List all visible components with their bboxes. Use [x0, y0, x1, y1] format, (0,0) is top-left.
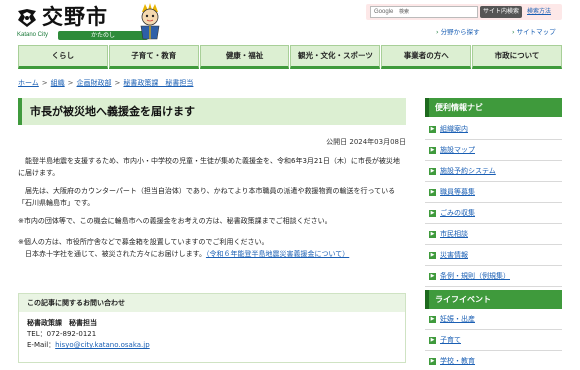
arrow-right-icon: ▶: [429, 315, 436, 323]
contact-email-label: E-Mail：: [27, 341, 56, 349]
contact-heading: この記事に関するお問い合わせ: [19, 294, 405, 312]
breadcrumb-home[interactable]: ホーム: [18, 79, 39, 87]
city-name-kana: かたのし: [58, 31, 148, 40]
gnav-childcare-education[interactable]: 子育て・教育: [108, 45, 199, 69]
gnav-city-government[interactable]: 市政について: [472, 45, 562, 69]
contact-tel: TEL：072-892-0121: [27, 330, 97, 338]
arrow-right-icon: ▶: [429, 272, 436, 280]
arrow-right-icon: ▶: [429, 188, 436, 196]
sidebar-item-facility-map[interactable]: ▶ 施設マップ: [425, 140, 562, 161]
gnav-business[interactable]: 事業者の方へ: [381, 45, 472, 69]
contact-email-row: E-Mail：hisyo@city.katano.osaka.jp: [27, 340, 397, 351]
sidebar-nav-title: 便利情報ナビ: [425, 98, 562, 117]
arrow-right-icon: ▶: [429, 336, 436, 344]
arrow-right-icon: ▶: [429, 209, 436, 217]
sidebar-life-title: ライフイベント: [425, 290, 562, 309]
body-paragraph-4b-text: 日本赤十字社を通じて、被災された方々にお届けします。: [18, 250, 206, 258]
sitemap-link[interactable]: › サイトマップ: [512, 26, 556, 36]
arrow-right-icon: ▶: [429, 146, 436, 154]
body-paragraph-1: 能登半島地震を支援するため、市内小・中学校の児童・生徒が集めた義援金を、令和6年…: [18, 157, 400, 177]
breadcrumb-separator: >: [41, 79, 48, 87]
search-input[interactable]: Google 検索: [370, 6, 478, 18]
arrow-right-icon: ▶: [429, 357, 436, 365]
breadcrumb-separator: >: [114, 79, 121, 87]
global-nav: くらし 子育て・教育 健康・福祉 観光・文化・スポーツ 事業者の方へ 市政につい…: [18, 45, 562, 69]
published-date: 公開日 2024年03月08日: [326, 138, 406, 146]
body-paragraph-4a: ※個人の方は、市役所庁舎などで募金箱を設置していますのでご利用ください。: [18, 238, 269, 246]
sidebar-item-pregnancy-birth[interactable]: ▶ 妊娠・出産: [425, 309, 562, 330]
sidebar-item-garbage[interactable]: ▶ ごみの収集: [425, 203, 562, 224]
sidebar-item-childcare[interactable]: ▶ 子育て: [425, 330, 562, 351]
sidebar-item-ordinances[interactable]: ▶ 条例・規則（例規集）: [425, 266, 562, 287]
contact-body: 秘書政策課 秘書担当 TEL：072-892-0121 E-Mail：hisyo…: [19, 312, 405, 357]
gnav-living[interactable]: くらし: [18, 45, 108, 69]
breadcrumb: ホーム > 組織 > 企画財政部 > 秘書政策課 秘書担当: [18, 78, 193, 88]
arrow-right-icon: ›: [512, 28, 515, 36]
sidebar-item-organization[interactable]: ▶ 組織案内: [425, 119, 562, 140]
breadcrumb-secretary-section[interactable]: 秘書政策課 秘書担当: [123, 79, 193, 87]
page-title: 市長が被災地へ義援金を届けます: [18, 98, 406, 125]
arrow-right-icon: ▶: [429, 167, 436, 175]
search-placeholder: 検索: [398, 9, 409, 15]
contact-box: この記事に関するお問い合わせ 秘書政策課 秘書担当 TEL：072-892-01…: [18, 293, 406, 363]
city-name-en: Katano City: [17, 32, 49, 38]
sidebar-item-citizen-consultation[interactable]: ▶ 市民相談: [425, 224, 562, 245]
mascot-icon: [140, 3, 160, 40]
sidebar-item-recruitment[interactable]: ▶ 職員等募集: [425, 182, 562, 203]
gnav-health-welfare[interactable]: 健康・福祉: [199, 45, 290, 69]
sidebar-item-disaster-info[interactable]: ▶ 災害情報: [425, 245, 562, 266]
body-paragraph-4b: 日本赤十字社を通じて、被災された方々にお届けします。（令和６年能登半島地震災害義…: [18, 248, 406, 260]
search-help-link[interactable]: 検索方法: [527, 6, 551, 18]
arrow-right-icon: ▶: [429, 125, 436, 133]
breadcrumb-planning-finance[interactable]: 企画財政部: [77, 79, 112, 87]
arrow-right-icon: ▶: [429, 251, 436, 259]
gnav-tourism-culture-sports[interactable]: 観光・文化・スポーツ: [290, 45, 381, 69]
sidebar-item-facility-reservation[interactable]: ▶ 施設予約システム: [425, 161, 562, 182]
search-provider-label: Google: [374, 9, 394, 15]
city-name: 交野市: [42, 4, 108, 29]
browse-by-field-link[interactable]: › 分野から探す: [436, 26, 480, 36]
arrow-right-icon: ▶: [429, 230, 436, 238]
arrow-right-icon: ›: [436, 28, 439, 36]
body-paragraph-2: 届先は、大阪府のカウンターパート（担当自治体）であり、かねてより本市職員の派遣や…: [18, 187, 396, 207]
body-paragraph-3: ※市内の団体等で、この機会に輪島市への義援金をお考えの方は、秘書政策課までご相談…: [18, 217, 332, 225]
site-header: 交野市 Katano City かたのし Google 検索 サイト内検索 検索…: [0, 0, 580, 44]
contact-department: 秘書政策課 秘書担当: [27, 319, 97, 327]
sidebar-life-list: ▶ 妊娠・出産 ▶ 子育て ▶ 学校・教育: [425, 309, 562, 370]
city-emblem-icon: [18, 9, 36, 27]
donation-info-link[interactable]: （令和６年能登半島地震災害義援金について）: [206, 250, 349, 258]
contact-email-link[interactable]: hisyo@city.katano.osaka.jp: [55, 341, 150, 349]
breadcrumb-separator: >: [67, 79, 74, 87]
sidebar-nav-list: ▶ 組織案内 ▶ 施設マップ ▶ 施設予約システム ▶ 職員等募集 ▶ ごみの収集 ▶ 市民…: [425, 119, 562, 287]
sidebar-item-school-education[interactable]: ▶ 学校・教育: [425, 351, 562, 370]
breadcrumb-organization[interactable]: 組織: [51, 79, 65, 87]
search-area: Google 検索 サイト内検索 検索方法: [366, 4, 562, 20]
site-search-button[interactable]: サイト内検索: [480, 6, 522, 18]
